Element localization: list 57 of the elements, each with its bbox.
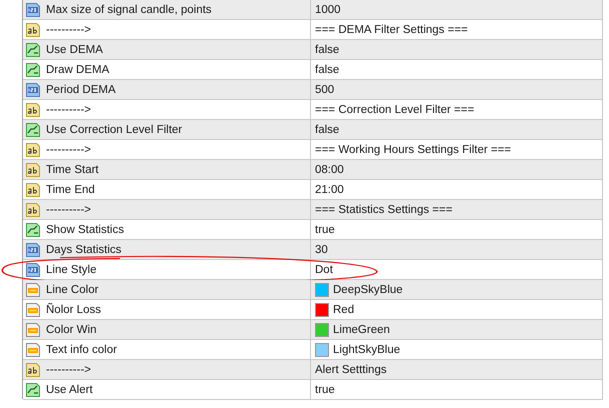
parameter-value[interactable]: 500 [315,84,334,96]
parameter-value[interactable]: === Correction Level Filter === [315,104,474,116]
parameter-value[interactable]: false [315,64,340,76]
parameter-name: Draw DEMA [46,64,110,76]
parameter-name: Time Start [46,164,99,176]
number-type-icon [25,2,41,18]
parameter-name: ----------> [46,24,92,36]
parameter-value[interactable]: Red [333,304,354,316]
text-type-icon [25,142,41,158]
parameter-name: Ñolor Loss [46,304,101,316]
parameter-value[interactable]: Alert Setttings [315,364,387,376]
toggle-type-icon [25,62,41,78]
parameter-name: Time End [46,184,95,196]
parameter-value[interactable]: true [315,384,335,396]
text-type-icon [25,102,41,118]
parameter-value[interactable]: true [315,224,335,236]
toggle-type-icon [25,42,41,58]
text-type-icon [25,362,41,378]
parameter-name: ----------> [46,104,92,116]
parameter-name: ----------> [46,364,92,376]
parameter-name: Use DEMA [46,44,103,56]
parameter-name: Show Statistics [46,224,124,236]
number-type-icon [25,82,41,98]
parameter-name: Line Style [46,264,97,276]
text-type-icon [25,162,41,178]
parameter-value[interactable]: LightSkyBlue [333,344,400,356]
toggle-type-icon [25,382,41,398]
parameter-value[interactable]: === DEMA Filter Settings === [315,24,468,36]
parameter-name: Max size of signal candle, points [46,4,212,16]
parameter-name: ----------> [46,144,92,156]
parameter-name: Use Alert [46,384,93,396]
parameter-value[interactable]: DeepSkyBlue [333,284,403,296]
color-type-icon [25,342,41,358]
number-type-icon [25,242,41,258]
parameter-value[interactable]: false [315,124,340,136]
parameter-value[interactable]: 1000 [315,4,341,16]
parameter-name: Text info color [46,344,117,356]
parameter-value[interactable]: 21:00 [315,184,344,196]
parameter-name: Use Correction Level Filter [46,124,182,136]
parameter-name: Color Win [46,324,96,336]
parameter-value[interactable]: false [315,44,340,56]
parameter-value[interactable]: 30 [315,244,328,256]
parameter-value[interactable]: Dot [315,264,333,276]
toggle-type-icon [25,222,41,238]
text-type-icon [25,202,41,218]
parameter-name: Days Statistics [46,244,122,256]
color-type-icon [25,302,41,318]
parameter-name: Line Color [46,284,98,296]
parameter-value[interactable]: === Statistics Settings === [315,204,452,216]
text-type-icon [25,22,41,38]
parameter-value[interactable]: 08:00 [315,164,344,176]
parameter-name: Period DEMA [46,84,116,96]
toggle-type-icon [25,122,41,138]
parameter-value[interactable]: === Working Hours Settings Filter === [315,144,512,156]
parameter-name: ----------> [46,204,92,216]
text-type-icon [25,182,41,198]
parameter-value[interactable]: LimeGreen [333,324,390,336]
